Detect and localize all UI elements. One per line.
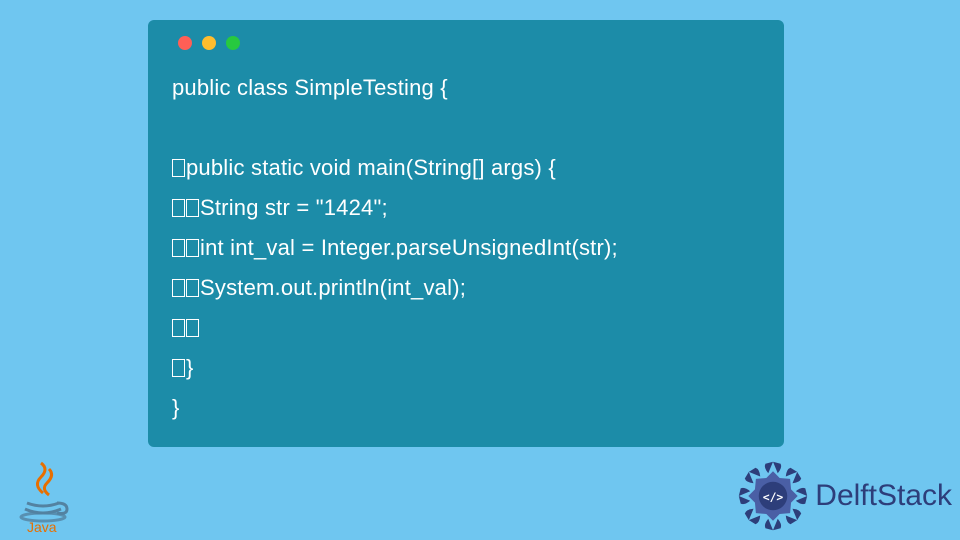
indent-glyph xyxy=(186,199,199,217)
close-icon[interactable] xyxy=(178,36,192,50)
java-logo-text: Java xyxy=(27,519,57,535)
code-line-8: } xyxy=(186,355,194,380)
indent-glyph xyxy=(186,279,199,297)
code-line-3: public static void main(String[] args) { xyxy=(186,155,556,180)
delftstack-logo: </> DelftStack xyxy=(735,458,960,534)
indent-glyph xyxy=(172,319,185,337)
java-logo: Java xyxy=(13,459,73,535)
code-line-4: String str = "1424"; xyxy=(200,195,388,220)
indent-glyph xyxy=(172,279,185,297)
code-line-5: int int_val = Integer.parseUnsignedInt(s… xyxy=(200,235,618,260)
code-line-6: System.out.println(int_val); xyxy=(200,275,466,300)
window-controls xyxy=(172,36,760,50)
java-logo-icon: Java xyxy=(13,459,73,535)
code-window: public class SimpleTesting { public stat… xyxy=(148,20,784,447)
svg-text:</>: </> xyxy=(763,490,784,504)
code-block: public class SimpleTesting { public stat… xyxy=(172,68,760,428)
code-line-9: } xyxy=(172,395,180,420)
indent-glyph xyxy=(186,239,199,257)
indent-glyph xyxy=(172,359,185,377)
indent-glyph xyxy=(186,319,199,337)
minimize-icon[interactable] xyxy=(202,36,216,50)
indent-glyph xyxy=(172,159,185,177)
delftstack-mandala-icon: </> xyxy=(735,458,811,534)
indent-glyph xyxy=(172,199,185,217)
indent-glyph xyxy=(172,239,185,257)
delftstack-text: DelftStack xyxy=(815,479,952,513)
code-line-1: public class SimpleTesting { xyxy=(172,75,448,100)
maximize-icon[interactable] xyxy=(226,36,240,50)
